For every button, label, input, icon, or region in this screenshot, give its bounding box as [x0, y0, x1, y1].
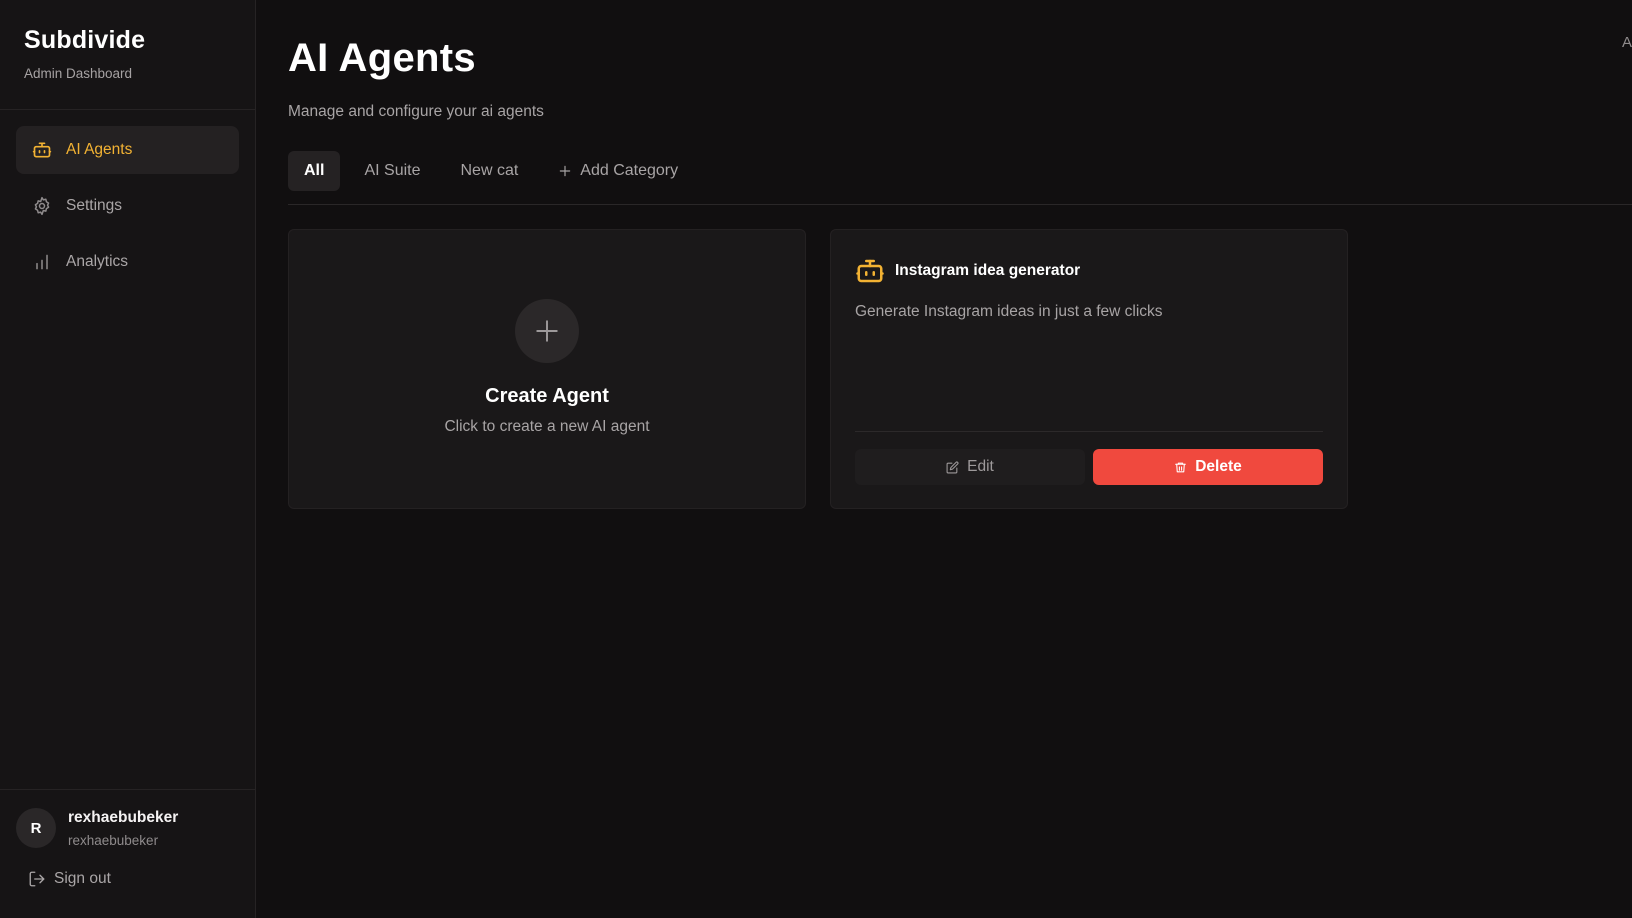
create-agent-subtitle: Click to create a new AI agent	[444, 418, 650, 435]
gear-icon	[32, 196, 52, 216]
create-agent-card[interactable]: Create Agent Click to create a new AI ag…	[288, 229, 806, 509]
sign-out-button[interactable]: Sign out	[16, 870, 239, 888]
agent-card-header: Instagram idea generator	[855, 256, 1323, 286]
category-tabs: All AI Suite New cat Add Category	[288, 151, 1632, 205]
agent-card-actions: Edit Delete	[855, 449, 1323, 485]
tab-new-cat[interactable]: New cat	[444, 151, 534, 191]
sidebar-item-analytics[interactable]: Analytics	[16, 238, 239, 286]
user-info: rexhaebubeker rexhaebubeker	[68, 809, 178, 848]
tab-all[interactable]: All	[288, 151, 341, 191]
plus-icon	[536, 320, 558, 342]
delete-label: Delete	[1195, 458, 1242, 475]
user-profile: R rexhaebubeker rexhaebubeker	[16, 808, 239, 848]
bot-icon	[856, 259, 884, 283]
sidebar-item-label: Analytics	[66, 253, 129, 270]
bot-icon	[32, 140, 52, 160]
create-agent-plus	[515, 299, 579, 363]
edit-button[interactable]: Edit	[855, 449, 1085, 485]
trash-icon	[1175, 462, 1187, 472]
app-root: Subdivide Admin Dashboard AI Agents Sett…	[0, 0, 1632, 918]
add-category-label: Add Category	[580, 162, 679, 179]
page-title: AI Agents	[288, 36, 476, 80]
plus-icon	[560, 165, 571, 177]
brand-title: Subdivide	[24, 26, 146, 54]
agent-grid: Create Agent Click to create a new AI ag…	[288, 229, 1632, 509]
sidebar-item-ai-agents[interactable]: AI Agents	[16, 126, 239, 174]
sign-out-label: Sign out	[54, 870, 111, 887]
agent-card: Instagram idea generator Generate Instag…	[830, 229, 1348, 509]
add-category-button[interactable]: Add Category	[542, 151, 694, 191]
edit-icon	[946, 460, 959, 473]
user-handle: rexhaebubeker	[68, 832, 159, 848]
corner-text: A	[1621, 34, 1632, 51]
delete-button[interactable]: Delete	[1093, 449, 1323, 485]
user-name: rexhaebubeker	[68, 808, 179, 826]
agent-title: Instagram idea generator	[895, 262, 1081, 279]
agent-card-divider	[855, 431, 1323, 432]
edit-label: Edit	[967, 458, 994, 475]
sidebar-item-settings[interactable]: Settings	[16, 182, 239, 230]
brand-subtitle: Admin Dashboard	[24, 66, 133, 81]
sign-out-icon	[29, 871, 45, 887]
page-subtitle: Manage and configure your ai agents	[288, 103, 544, 120]
agent-description: Generate Instagram ideas in just a few c…	[855, 303, 1163, 320]
sidebar-footer: R rexhaebubeker rexhaebubeker Sign out	[0, 789, 255, 918]
brand: Subdivide Admin Dashboard	[0, 0, 255, 110]
avatar: R	[16, 808, 56, 848]
main-content: A AI Agents Manage and configure your ai…	[256, 0, 1632, 918]
create-agent-title: Create Agent	[485, 385, 609, 407]
tab-ai-suite[interactable]: AI Suite	[348, 151, 436, 191]
bar-chart-icon	[32, 252, 52, 272]
sidebar-item-label: Settings	[66, 197, 123, 214]
sidebar-item-label: AI Agents	[66, 141, 133, 158]
sidebar: Subdivide Admin Dashboard AI Agents Sett…	[0, 0, 256, 918]
sidebar-nav: AI Agents Settings Analytics	[0, 110, 255, 302]
